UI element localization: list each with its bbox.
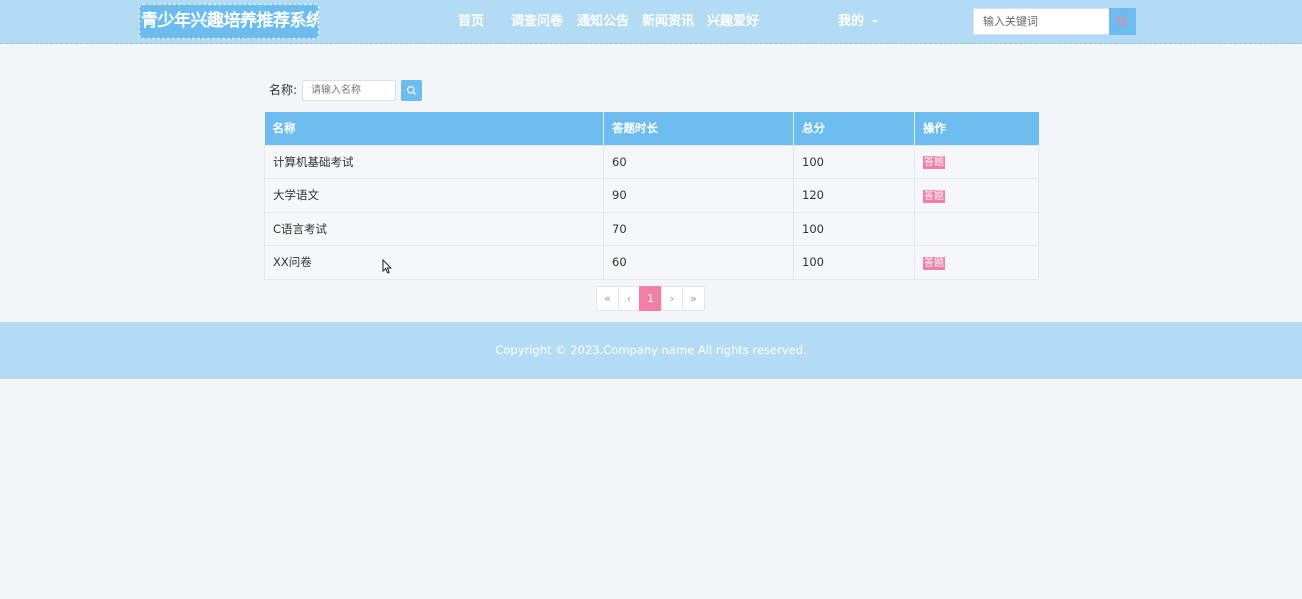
column-header-score: 总分 — [793, 112, 915, 145]
nav-mine-dropdown[interactable]: 我的 — [838, 0, 879, 44]
page-footer: Copyright © 2023.Company name All rights… — [0, 322, 1302, 379]
cell-duration: 60 — [603, 245, 794, 280]
table-row: 大学语文 90 120 答题 — [264, 178, 1039, 213]
table-row: C语言考试 70 100 — [264, 211, 1039, 246]
cell-score: 100 — [793, 245, 915, 280]
mouse-cursor-icon — [382, 259, 392, 274]
cell-score: 100 — [793, 211, 915, 246]
cell-duration: 60 — [603, 144, 794, 179]
column-header-action: 操作 — [914, 112, 1039, 145]
header-search-button[interactable] — [1109, 8, 1136, 35]
filter-search-button[interactable] — [401, 80, 422, 101]
pager-next-button[interactable]: › — [661, 286, 683, 311]
answer-button[interactable]: 答题 — [923, 256, 945, 270]
nav-notice[interactable]: 通知公告 — [577, 0, 629, 44]
cell-action: 答题 — [914, 178, 1039, 213]
cell-score: 120 — [793, 178, 915, 213]
cell-name: 大学语文 — [264, 178, 604, 213]
cell-duration: 90 — [603, 178, 794, 213]
nav-mine-label: 我的 — [838, 14, 865, 29]
search-icon — [407, 86, 416, 95]
nav-hobby[interactable]: 兴趣爱好 — [707, 0, 759, 44]
column-header-name: 名称 — [264, 112, 604, 145]
cell-name: XX问卷 — [264, 245, 604, 280]
name-filter-input[interactable] — [302, 80, 396, 101]
nav-news[interactable]: 新闻资讯 — [642, 0, 694, 44]
pager-last-button[interactable]: » — [682, 286, 705, 311]
pagination: « ‹ 1 › » — [596, 286, 705, 311]
cell-action: 答题 — [914, 245, 1039, 280]
copyright-text: Copyright © 2023.Company name All rights… — [495, 343, 807, 357]
cell-action: 答题 — [914, 144, 1039, 179]
table-row: XX问卷 60 100 答题 — [264, 245, 1039, 280]
pager-page-1[interactable]: 1 — [639, 286, 662, 311]
column-header-duration: 答题时长 — [603, 112, 794, 145]
answer-button[interactable]: 答题 — [923, 189, 945, 203]
pager-first-button[interactable]: « — [596, 286, 619, 311]
pager-prev-button[interactable]: ‹ — [618, 286, 640, 311]
cell-name: 计算机基础考试 — [264, 144, 604, 179]
cell-name: C语言考试 — [264, 211, 604, 246]
exam-table: 名称 答题时长 总分 操作 计算机基础考试 60 100 答题 大学语文 90 … — [264, 112, 1039, 280]
answer-button[interactable]: 答题 — [923, 156, 945, 170]
cell-score: 100 — [793, 144, 915, 179]
site-logo[interactable]: 青少年兴趣培养推荐系统 — [139, 4, 319, 39]
caret-down-icon — [872, 20, 879, 23]
search-icon — [1116, 15, 1128, 27]
cell-action — [914, 211, 1039, 246]
table-row: 计算机基础考试 60 100 答题 — [264, 144, 1039, 179]
cell-duration: 70 — [603, 211, 794, 246]
nav-home[interactable]: 首页 — [458, 0, 484, 44]
top-header: 青少年兴趣培养推荐系统 首页 调查问卷 通知公告 新闻资讯 兴趣爱好 我的 — [0, 0, 1302, 44]
nav-survey[interactable]: 调查问卷 — [511, 0, 563, 44]
keyword-search-input[interactable] — [973, 8, 1109, 35]
table-header-row: 名称 答题时长 总分 操作 — [264, 112, 1039, 145]
name-filter-label: 名称: — [269, 83, 298, 97]
